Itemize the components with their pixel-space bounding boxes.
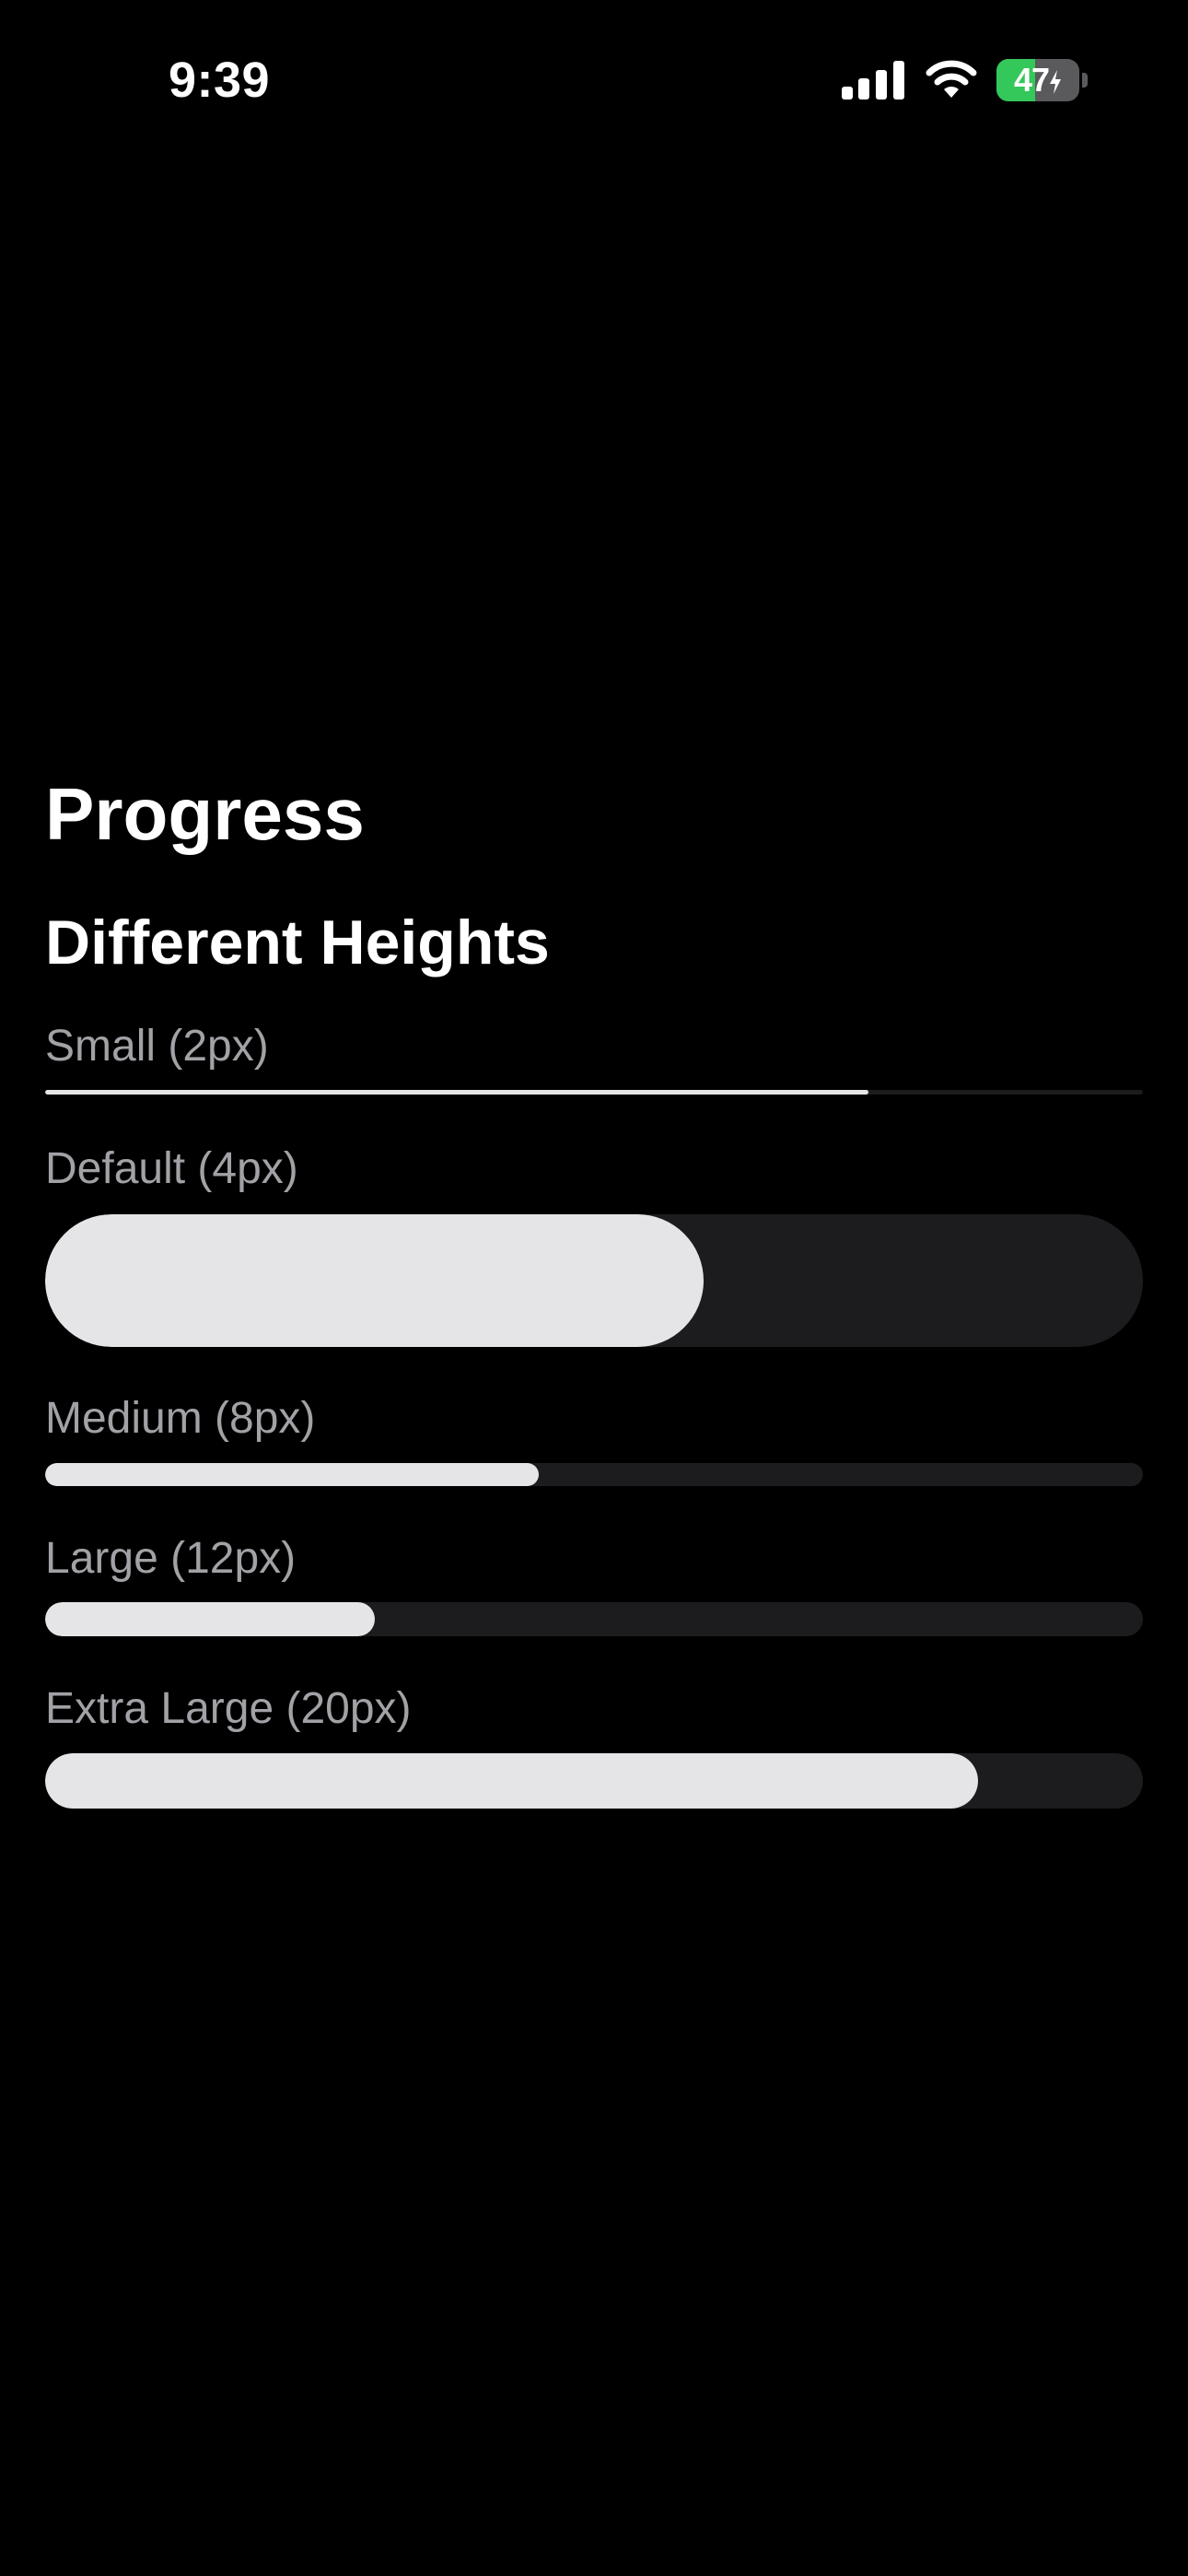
progress-bar-small — [45, 1090, 1143, 1095]
progress-bar-extra-large — [45, 1753, 1143, 1809]
battery-percent: 47 — [996, 59, 1079, 101]
status-bar: 9:39 47 — [0, 0, 1188, 158]
page-title: Progress — [45, 773, 365, 855]
progress-bar-large — [45, 1602, 1143, 1636]
progress-label-small: Small (2px) — [45, 1022, 269, 1071]
status-time: 9:39 — [169, 53, 271, 108]
progress-fill-extra-large — [45, 1753, 979, 1809]
progress-fill-default — [45, 1214, 705, 1347]
progress-label-medium: Medium (8px) — [45, 1394, 316, 1443]
progress-fill-medium — [45, 1463, 540, 1486]
battery-cap — [1082, 73, 1088, 88]
progress-fill-large — [45, 1602, 375, 1636]
battery-icon: 47 — [996, 59, 1089, 101]
progress-bar-medium — [45, 1463, 1143, 1486]
progress-bar-default — [45, 1214, 1143, 1347]
progress-fill-small — [45, 1090, 868, 1095]
signal-icon — [842, 61, 904, 100]
progress-label-default: Default (4px) — [45, 1144, 298, 1193]
battery-body: 47 — [996, 59, 1079, 101]
section-title: Different Heights — [45, 907, 550, 978]
wifi-icon — [926, 60, 977, 98]
progress-label-extra-large: Extra Large (20px) — [45, 1684, 412, 1733]
charging-bolt-icon — [1050, 70, 1062, 94]
progress-label-large: Large (12px) — [45, 1534, 297, 1583]
